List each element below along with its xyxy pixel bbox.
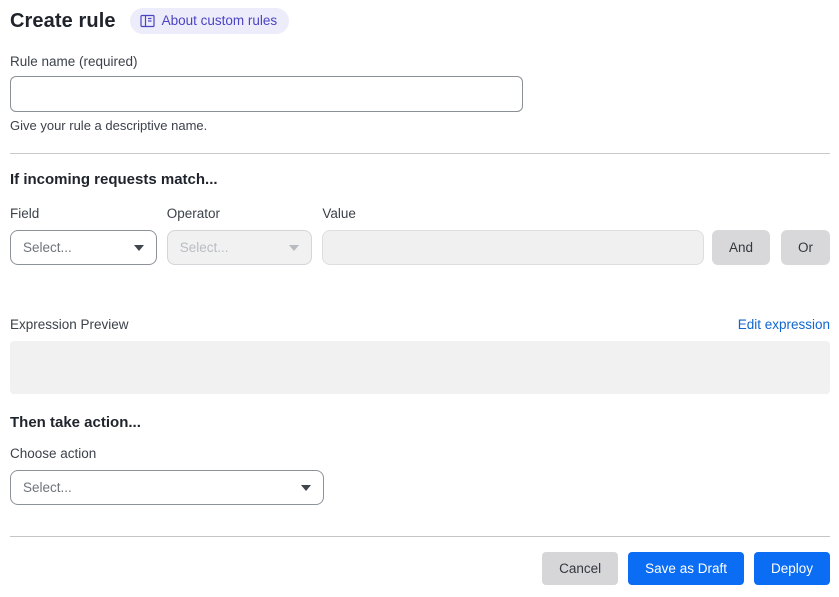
value-label: Value (322, 206, 356, 221)
expression-preview-row: Expression Preview Edit expression (10, 317, 830, 332)
choose-action-select[interactable]: Select... (10, 470, 324, 505)
book-icon (139, 14, 155, 28)
footer-actions: Cancel Save as Draft Deploy (10, 552, 830, 585)
operator-label: Operator (166, 206, 220, 221)
about-custom-rules-link[interactable]: About custom rules (129, 8, 290, 34)
section-divider-bottom (10, 536, 830, 537)
deploy-button[interactable]: Deploy (753, 552, 830, 585)
and-button[interactable]: And (711, 230, 770, 265)
create-rule-page: Create rule About custom rules Rule name… (0, 0, 839, 585)
choose-action-select-value: Select... (23, 480, 72, 495)
about-custom-rules-label: About custom rules (161, 13, 278, 29)
page-header: Create rule About custom rules (10, 8, 830, 34)
chevron-down-icon (301, 484, 311, 491)
cancel-button[interactable]: Cancel (542, 552, 619, 585)
operator-select[interactable]: Select... (166, 230, 313, 265)
field-select-value: Select... (23, 240, 72, 255)
match-condition-row: Field Select... Operator Select... Value… (10, 206, 830, 265)
field-label: Field (10, 206, 40, 221)
match-section-heading: If incoming requests match... (10, 171, 218, 188)
or-button[interactable]: Or (781, 230, 830, 265)
page-title: Create rule (10, 9, 116, 32)
value-input[interactable] (322, 230, 704, 265)
rule-name-input[interactable] (10, 76, 523, 112)
chevron-down-icon (289, 244, 300, 251)
operator-select-value: Select... (179, 240, 229, 255)
rule-name-label: Rule name (required) (10, 54, 138, 69)
save-as-draft-button[interactable]: Save as Draft (628, 552, 744, 585)
action-section-heading: Then take action... (10, 414, 141, 431)
field-select[interactable]: Select... (10, 230, 157, 265)
section-divider-top (10, 153, 830, 154)
rule-name-helper-text: Give your rule a descriptive name. (10, 118, 208, 133)
chevron-down-icon (133, 244, 144, 251)
edit-expression-link[interactable]: Edit expression (738, 317, 830, 332)
choose-action-label: Choose action (10, 446, 97, 461)
expression-preview-label: Expression Preview (10, 317, 129, 332)
expression-preview-box (10, 341, 830, 394)
